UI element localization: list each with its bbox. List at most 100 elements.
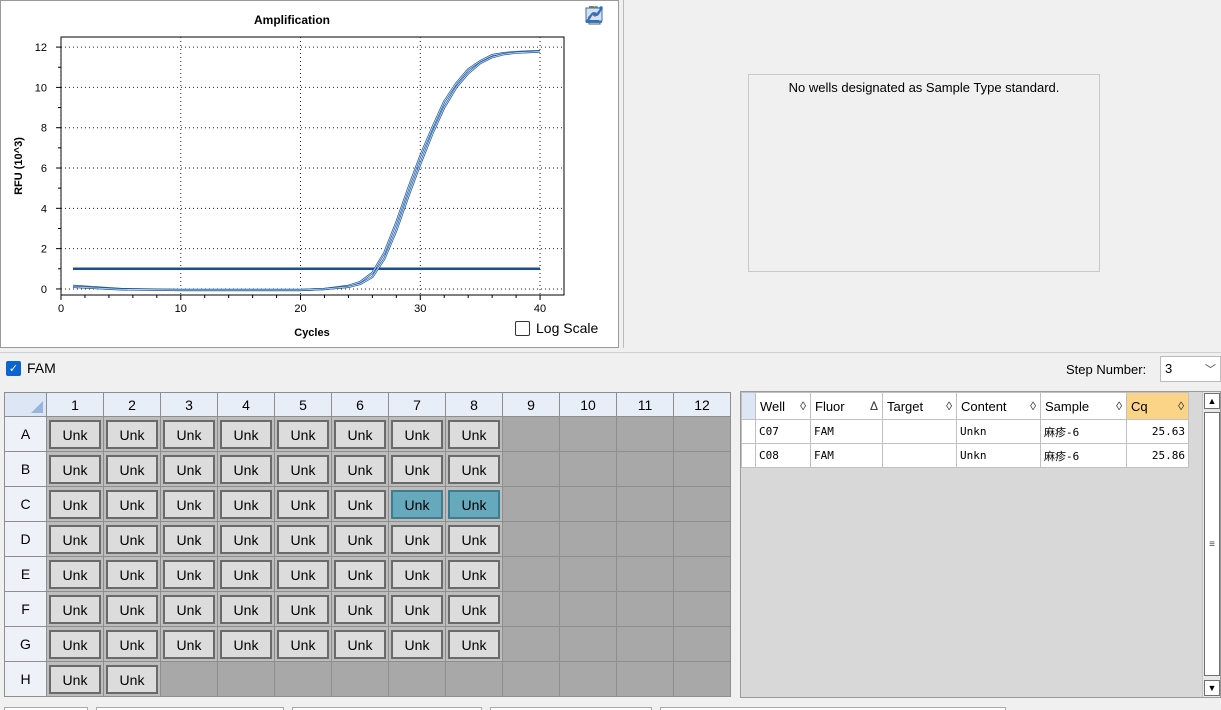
plate-column-header[interactable]: 12 <box>673 392 731 417</box>
plate-well[interactable]: Unk <box>274 591 332 627</box>
plate-well[interactable]: Unk <box>217 416 275 452</box>
plate-well[interactable]: Unk <box>103 521 161 557</box>
plate-well[interactable]: Unk <box>274 521 332 557</box>
plate-well[interactable]: Unk <box>46 591 104 627</box>
plate-well[interactable] <box>673 521 731 557</box>
results-column-header[interactable]: Content ◊ <box>956 392 1041 420</box>
plate-well[interactable] <box>445 661 503 697</box>
sort-icon[interactable]: ◊ <box>1030 399 1036 413</box>
sort-icon[interactable]: ◊ <box>1178 399 1184 413</box>
plate-well[interactable]: Unk <box>331 451 389 487</box>
plate-row-header[interactable]: E <box>4 556 47 592</box>
plate-well[interactable]: Unk <box>445 451 503 487</box>
plate-well[interactable] <box>616 556 674 592</box>
plate-well[interactable]: Unk <box>46 556 104 592</box>
plate-well[interactable]: Unk <box>274 626 332 662</box>
plate-row-header[interactable]: F <box>4 591 47 627</box>
sort-icon[interactable]: Δ <box>870 399 878 413</box>
plate-well[interactable]: Unk <box>217 626 275 662</box>
plate-row-header[interactable]: H <box>4 661 47 697</box>
plate-column-header[interactable]: 2 <box>103 392 161 417</box>
plate-row-header[interactable]: B <box>4 451 47 487</box>
plate-well[interactable] <box>616 661 674 697</box>
plate-well[interactable] <box>673 591 731 627</box>
plate-well[interactable]: Unk <box>331 486 389 522</box>
sort-icon[interactable]: ◊ <box>800 399 806 413</box>
plate-well[interactable]: Unk <box>445 626 503 662</box>
plate-well[interactable]: Unk <box>445 416 503 452</box>
plate-well[interactable] <box>559 521 617 557</box>
plate-well[interactable]: Unk <box>388 556 446 592</box>
plate-well[interactable] <box>673 416 731 452</box>
plate-well[interactable]: Unk <box>46 661 104 697</box>
plate-well[interactable] <box>616 451 674 487</box>
plate-column-header[interactable]: 4 <box>217 392 275 417</box>
fam-toggle[interactable]: ✓ FAM <box>6 360 56 376</box>
plate-well[interactable]: Unk <box>217 521 275 557</box>
plate-row-header[interactable]: C <box>4 486 47 522</box>
plate-well[interactable] <box>616 486 674 522</box>
plate-column-header[interactable]: 5 <box>274 392 332 417</box>
plate-column-header[interactable]: 9 <box>502 392 560 417</box>
plate-well[interactable]: Unk <box>160 591 218 627</box>
log-scale-toggle[interactable]: Log Scale <box>515 320 598 336</box>
results-column-header[interactable]: Target ◊ <box>882 392 957 420</box>
plate-well[interactable] <box>388 661 446 697</box>
plate-well[interactable]: Unk <box>46 451 104 487</box>
plate-well[interactable] <box>559 416 617 452</box>
plate-well[interactable] <box>559 661 617 697</box>
plate-column-header[interactable]: 8 <box>445 392 503 417</box>
plate-column-header[interactable]: 10 <box>559 392 617 417</box>
results-column-header[interactable]: Sample ◊ <box>1040 392 1127 420</box>
plate-well[interactable]: Unk <box>103 556 161 592</box>
plate-well[interactable]: Unk <box>388 521 446 557</box>
plate-well[interactable]: Unk <box>103 626 161 662</box>
plate-well[interactable]: Unk <box>388 451 446 487</box>
plate-well[interactable] <box>160 661 218 697</box>
step-number-select[interactable]: 3 ﹀ <box>1160 356 1221 382</box>
plate-well[interactable] <box>616 626 674 662</box>
plate-well[interactable]: Unk <box>160 451 218 487</box>
export-icon[interactable] <box>584 8 606 83</box>
plate-well[interactable]: Unk <box>160 626 218 662</box>
plate-well[interactable] <box>502 591 560 627</box>
plate-well[interactable] <box>502 521 560 557</box>
plate-well[interactable] <box>673 661 731 697</box>
results-column-header[interactable]: Fluor Δ <box>810 392 883 420</box>
plate-select-all[interactable] <box>4 392 47 417</box>
plate-well[interactable]: Unk <box>331 416 389 452</box>
plate-well[interactable]: Unk <box>46 626 104 662</box>
plate-well[interactable]: Unk <box>274 486 332 522</box>
plate-well[interactable] <box>502 626 560 662</box>
plate-well[interactable] <box>616 521 674 557</box>
plate-column-header[interactable]: 11 <box>616 392 674 417</box>
plate-well[interactable]: Unk <box>103 591 161 627</box>
table-row[interactable]: C08 FAM Unkn 麻疹-6 25.86 <box>741 443 1189 468</box>
sort-icon[interactable]: ◊ <box>1116 399 1122 413</box>
table-row[interactable]: C07 FAM Unkn 麻疹-6 25.63 <box>741 419 1189 444</box>
plate-column-header[interactable]: 7 <box>388 392 446 417</box>
plate-well[interactable] <box>559 486 617 522</box>
plate-well[interactable]: Unk <box>274 556 332 592</box>
plate-well[interactable]: Unk <box>331 556 389 592</box>
plate-well[interactable] <box>502 661 560 697</box>
row-selector[interactable] <box>741 443 756 468</box>
row-selector[interactable] <box>741 419 756 444</box>
sort-icon[interactable]: ◊ <box>946 399 952 413</box>
plate-well[interactable] <box>673 626 731 662</box>
plate-well[interactable] <box>673 556 731 592</box>
plate-well[interactable] <box>502 486 560 522</box>
results-column-header[interactable]: Well ◊ <box>755 392 811 420</box>
plate-well[interactable]: Unk <box>445 556 503 592</box>
plate-well[interactable] <box>673 486 731 522</box>
plate-well[interactable]: Unk <box>445 486 503 522</box>
chart-type-icon[interactable] <box>584 6 606 55</box>
plate-well[interactable] <box>502 556 560 592</box>
plate-well[interactable] <box>217 661 275 697</box>
plate-well[interactable]: Unk <box>160 486 218 522</box>
plate-well[interactable]: Unk <box>388 486 446 522</box>
plate-well[interactable]: Unk <box>274 451 332 487</box>
plate-well[interactable]: Unk <box>388 626 446 662</box>
plate-well[interactable]: Unk <box>331 591 389 627</box>
scroll-thumb[interactable]: ≡ <box>1204 412 1220 676</box>
